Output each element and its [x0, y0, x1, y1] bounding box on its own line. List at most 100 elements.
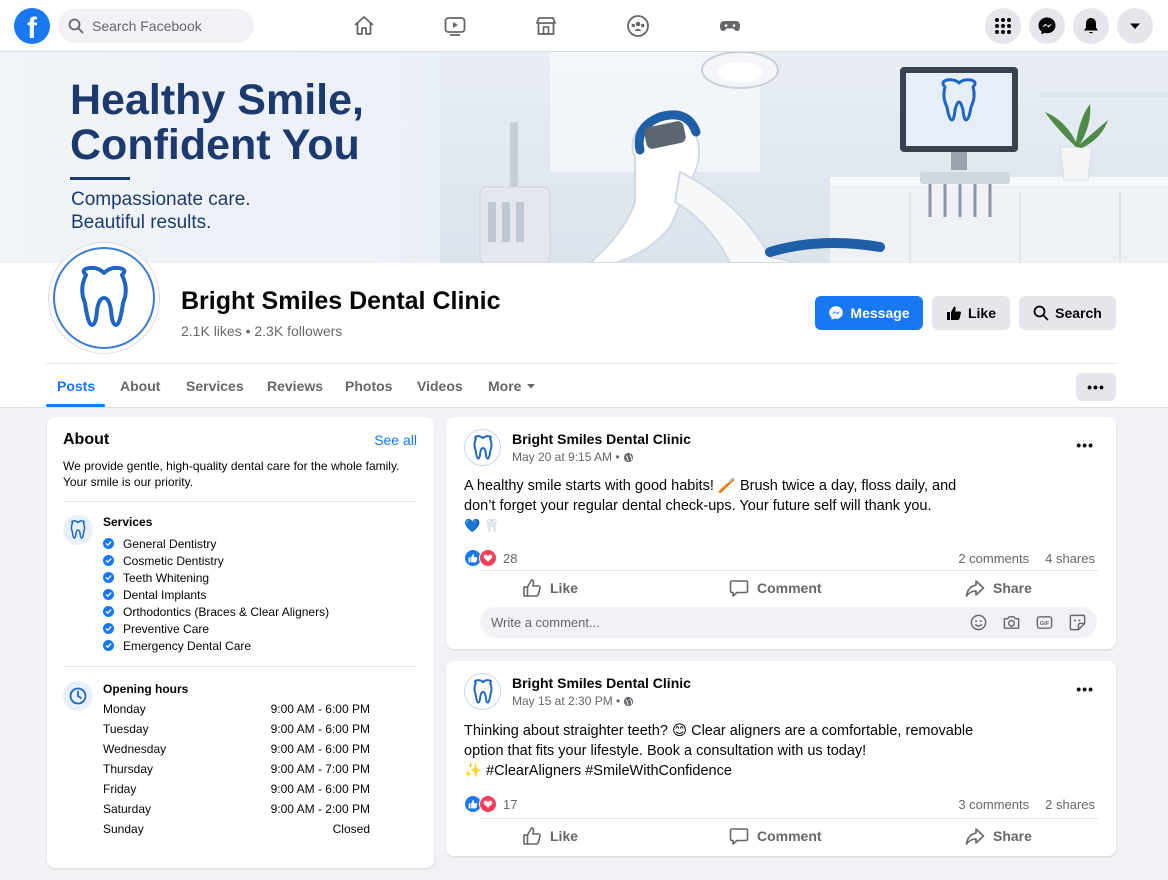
services-tooth-icon — [63, 515, 93, 545]
opening-hours-table: Monday 9:00 AM - 6:00 PM Tuesday 9:00 AM -… — [103, 702, 370, 842]
comment-input[interactable] — [491, 615, 931, 630]
share-arrow-icon — [965, 580, 985, 597]
like-label: Like — [550, 580, 579, 596]
search-page-button[interactable]: Search — [1019, 296, 1116, 330]
message-button[interactable]: Message — [815, 296, 923, 330]
page-name: Bright Smiles Dental Clinic — [181, 287, 501, 315]
like-page-button[interactable]: Like — [932, 296, 1010, 330]
post-options-button[interactable]: ••• — [1076, 681, 1094, 697]
hours-row: Thursday 9:00 AM - 7:00 PM — [103, 762, 370, 782]
about-title: About — [63, 431, 110, 448]
tab-reviews[interactable]: Reviews — [267, 378, 323, 394]
service-label: Dental Implants — [123, 587, 207, 602]
cover-subheadline-line-2: Beautiful results. — [71, 212, 212, 233]
page-header: Bright Smiles Dental Clinic 2.1K likes •… — [0, 243, 1168, 408]
see-all-link[interactable]: See all — [374, 432, 417, 448]
groups-icon[interactable] — [624, 12, 652, 40]
more-options-button[interactable]: ••• — [1076, 373, 1116, 401]
search-input[interactable] — [92, 18, 242, 34]
day-label: Saturday — [103, 802, 152, 816]
post-timestamp[interactable]: May 15 at 2:30 PM — [512, 694, 613, 708]
top-navigation-bar: f — [0, 0, 1168, 52]
comments-count[interactable]: 3 comments — [958, 797, 1029, 812]
about-description: We provide gentle, high-quality dental c… — [63, 459, 400, 489]
check-icon — [103, 572, 114, 583]
facebook-search-box[interactable] — [58, 9, 254, 43]
check-icon — [103, 538, 114, 549]
camera-icon[interactable] — [1002, 613, 1021, 632]
comments-count[interactable]: 2 comments — [958, 551, 1029, 566]
about-divider — [63, 666, 417, 667]
dental-office-illustration — [440, 52, 1168, 263]
post-card: Bright Smiles Dental Clinic May 15 at 2:… — [446, 661, 1116, 856]
facebook-logo-icon[interactable]: f — [14, 8, 50, 44]
emoji-icon[interactable] — [969, 613, 988, 632]
opening-hours-heading: Opening hours — [103, 682, 189, 696]
post-text: A healthy smile starts with good habits!… — [464, 477, 1064, 536]
post-author-avatar[interactable] — [464, 673, 501, 710]
account-dropdown-icon[interactable] — [1117, 8, 1153, 44]
caret-down-icon — [527, 384, 536, 389]
tab-photos[interactable]: Photos — [345, 378, 392, 394]
shares-count[interactable]: 4 shares — [1045, 551, 1095, 566]
like-post-button[interactable]: Like — [522, 826, 578, 846]
post-divider — [480, 570, 1098, 571]
post-meta: May 15 at 2:30 PM • — [512, 694, 634, 708]
watch-icon[interactable] — [441, 12, 469, 40]
shares-count[interactable]: 2 shares — [1045, 797, 1095, 812]
tab-services[interactable]: Services — [186, 378, 244, 394]
tab-more[interactable]: More — [488, 378, 537, 394]
cover-headline-line-1: Healthy Smile, — [70, 76, 364, 124]
about-card: About See all We provide gentle, high-qu… — [47, 417, 434, 868]
comment-composer[interactable]: GIF — [480, 607, 1097, 638]
share-button[interactable]: Share — [965, 578, 1032, 598]
comment-button[interactable]: Comment — [729, 826, 822, 846]
tab-about[interactable]: About — [120, 378, 160, 394]
gaming-icon[interactable] — [716, 12, 744, 40]
active-tab-indicator — [46, 404, 105, 407]
gif-icon[interactable]: GIF — [1035, 613, 1054, 632]
day-label: Friday — [103, 782, 137, 796]
service-item: Cosmetic Dentistry — [103, 552, 329, 569]
hours-row: Saturday 9:00 AM - 2:00 PM — [103, 802, 370, 822]
post-author-avatar[interactable] — [464, 429, 501, 466]
cover-photo[interactable]: Healthy Smile, Confident You Compassiona… — [0, 52, 1168, 263]
share-button[interactable]: Share — [965, 826, 1032, 846]
service-label: Teeth Whitening — [123, 570, 210, 585]
tab-videos[interactable]: Videos — [417, 378, 463, 394]
profile-picture[interactable] — [49, 243, 159, 353]
post-text: Thinking about straighter teeth? 😊 Clear… — [464, 722, 1064, 782]
like-post-button[interactable]: Like — [522, 578, 578, 598]
page-likes-followers[interactable]: 2.1K likes • 2.3K followers — [181, 323, 342, 339]
share-arrow-icon — [965, 828, 985, 845]
service-item: Dental Implants — [103, 586, 329, 603]
hours-value: 9:00 AM - 6:00 PM — [270, 722, 370, 736]
post-author-name[interactable]: Bright Smiles Dental Clinic — [512, 431, 691, 447]
notifications-icon[interactable] — [1073, 8, 1109, 44]
home-icon[interactable] — [350, 12, 378, 40]
post-card: Bright Smiles Dental Clinic May 20 at 9:… — [446, 417, 1116, 649]
check-icon — [103, 640, 114, 651]
post-author-name[interactable]: Bright Smiles Dental Clinic — [512, 675, 691, 691]
hours-row: Friday 9:00 AM - 6:00 PM — [103, 782, 370, 802]
search-icon — [68, 18, 84, 34]
tab-posts[interactable]: Posts — [57, 378, 95, 394]
reaction-summary[interactable]: 17 — [464, 795, 517, 813]
reaction-summary[interactable]: 28 — [464, 549, 517, 567]
marketplace-icon[interactable] — [532, 12, 560, 40]
sticker-icon[interactable] — [1068, 613, 1087, 632]
message-button-label: Message — [850, 305, 910, 321]
like-button-label: Like — [967, 305, 996, 321]
post-options-button[interactable]: ••• — [1076, 437, 1094, 453]
menu-grid-icon[interactable] — [985, 8, 1021, 44]
comment-button[interactable]: Comment — [729, 578, 822, 598]
cover-divider — [70, 177, 130, 180]
post-timestamp[interactable]: May 20 at 9:15 AM — [512, 450, 612, 464]
cover-subheadline-line-1: Compassionate care. — [71, 189, 251, 210]
messenger-icon[interactable] — [1029, 8, 1065, 44]
hours-value: 9:00 AM - 6:00 PM — [270, 702, 370, 716]
service-label: Cosmetic Dentistry — [123, 553, 224, 568]
comment-bubble-icon — [729, 580, 749, 597]
day-label: Wednesday — [103, 742, 167, 756]
search-button-label: Search — [1055, 305, 1102, 321]
